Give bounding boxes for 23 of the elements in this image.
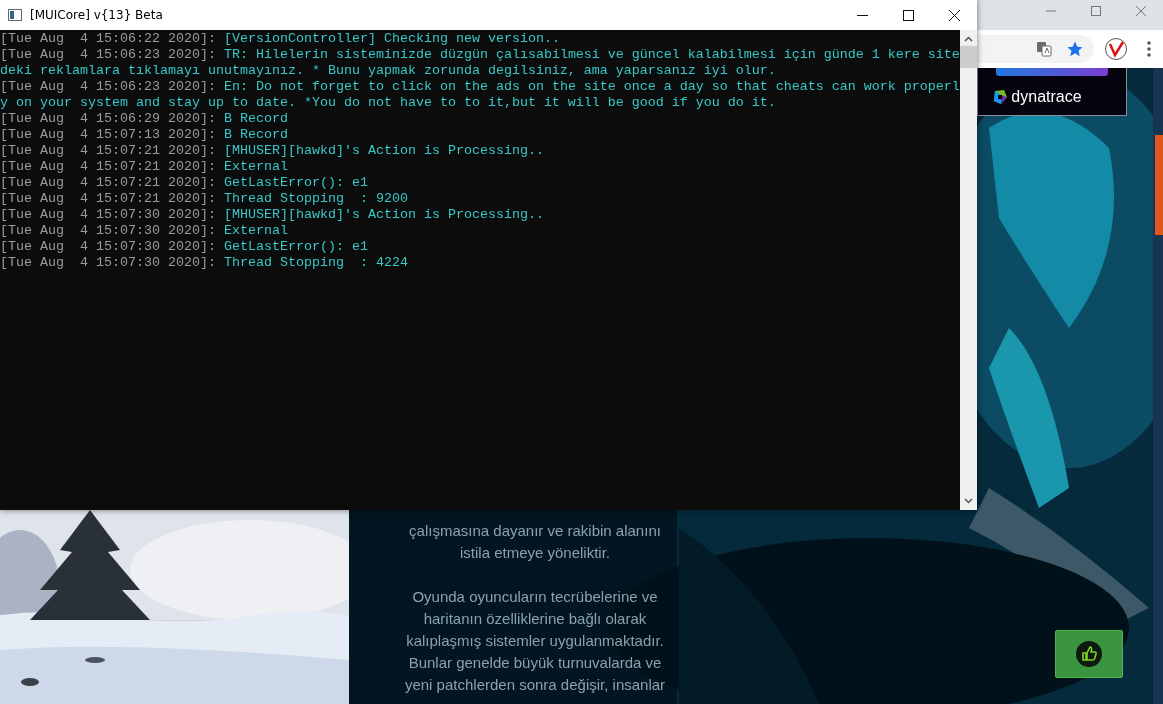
extension-icon[interactable] <box>1104 37 1128 61</box>
window-title: [MUICore] v{13} Beta <box>30 8 163 22</box>
maximize-icon <box>902 9 914 21</box>
address-bar[interactable] <box>977 35 1094 63</box>
star-icon[interactable] <box>1066 40 1084 58</box>
log-line: [Tue Aug 4 15:07:30 2020]: External <box>0 223 289 239</box>
log-line: [Tue Aug 4 15:06:23 2020]: TR: Hilelerin sisteminizde düzgün çalısabilmesi ve güncel kalabilmesi için günde 1 kere sitedeki reklamlara tıklamayı unutmayınız. * Bunu yapmak zorunda degilsiniz, ama yaparsanız iyi olur. <box>0 47 960 79</box>
scroll-up-icon <box>964 36 973 42</box>
log-line: [Tue Aug 4 15:07:21 2020]: GetLastError(): e1 <box>0 175 369 191</box>
maximize-icon <box>1090 6 1101 16</box>
log-line: [Tue Aug 4 15:07:21 2020]: External <box>0 159 289 175</box>
menu-icon[interactable] <box>1147 41 1151 57</box>
log-line: [Tue Aug 4 15:06:22 2020]: [VersionController] Checking new version.. <box>0 31 561 47</box>
log-line: [Tue Aug 4 15:07:30 2020]: GetLastError(): e1 <box>0 239 369 255</box>
log-line: [Tue Aug 4 15:07:21 2020]: Thread Stopping : 9200 <box>0 191 409 207</box>
translate-icon <box>1036 41 1052 57</box>
close-icon <box>1135 6 1146 16</box>
close-icon <box>948 9 960 21</box>
log-line: [Tue Aug 4 15:07:30 2020]: Thread Stopping : 4224 <box>0 255 409 271</box>
app-icon <box>8 9 22 21</box>
log-line: [Tue Aug 4 15:07:13 2020]: B Record <box>0 127 289 143</box>
log-line: [Tue Aug 4 15:06:29 2020]: B Record <box>0 111 289 127</box>
scrollbar-thumb[interactable] <box>960 46 977 68</box>
